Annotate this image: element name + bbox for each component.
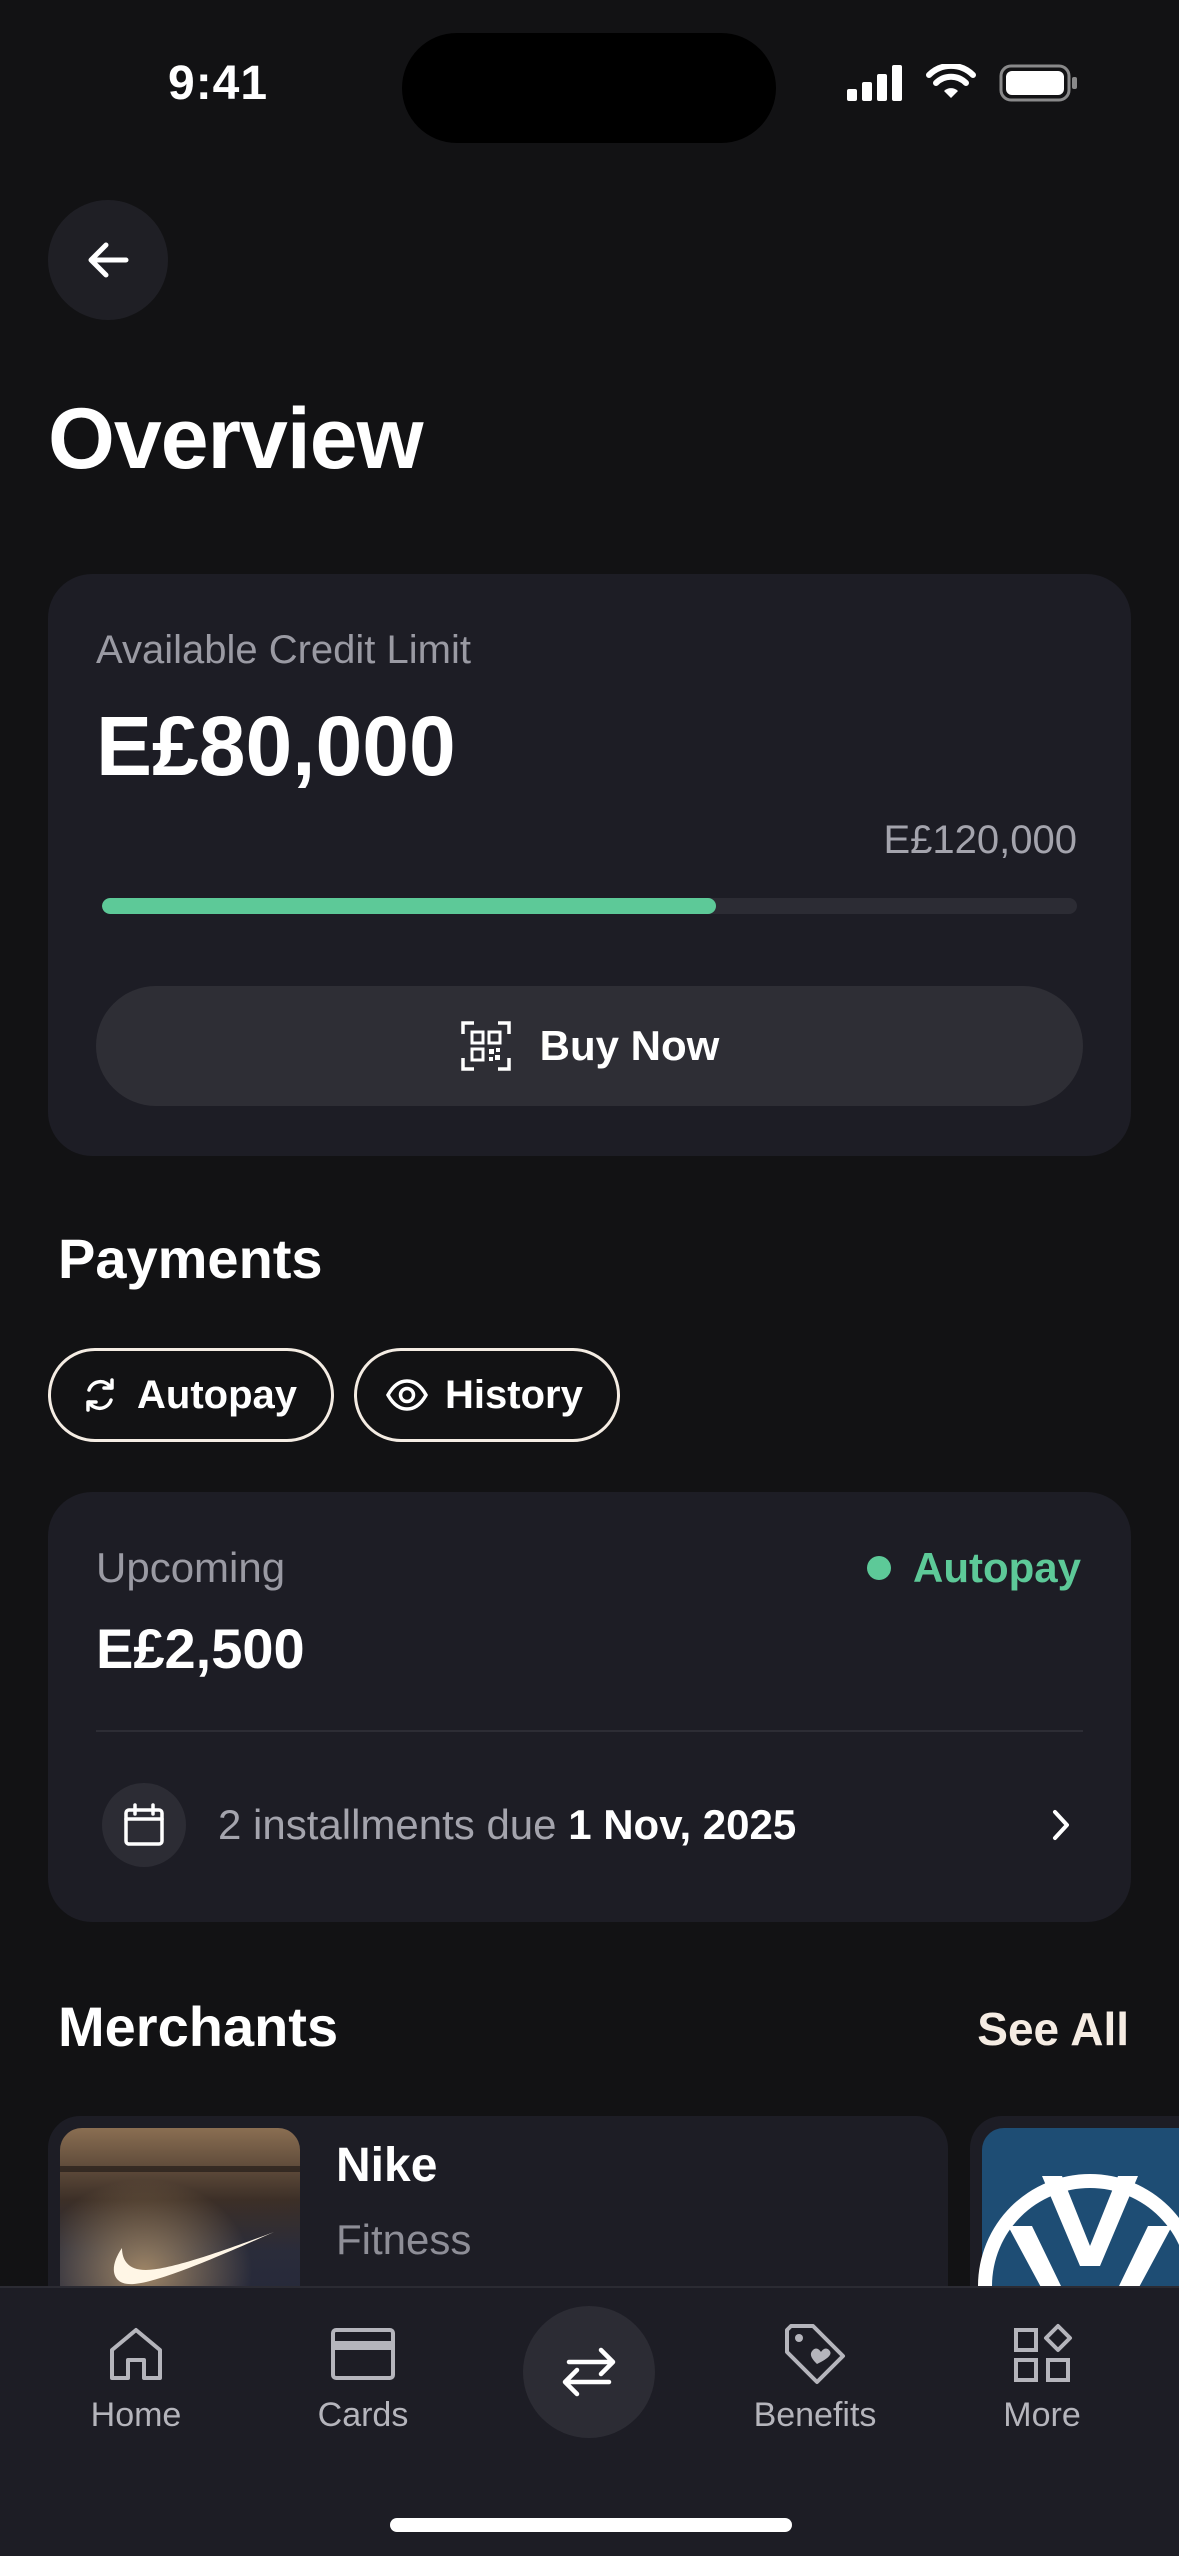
installments-count-text: 2 installments due: [218, 1801, 557, 1848]
battery-icon: [999, 64, 1077, 102]
merchant-name: Nike: [336, 2139, 438, 2192]
credit-progress-fill: [102, 898, 717, 914]
card-icon: [331, 2328, 395, 2380]
tab-benefits[interactable]: Benefits: [735, 2322, 895, 2435]
buy-now-button[interactable]: Buy Now: [96, 986, 1083, 1106]
chevron-right-icon: [1053, 1810, 1069, 1840]
dynamic-island: [402, 33, 776, 143]
credit-limit-label: Available Credit Limit: [96, 628, 471, 672]
tab-cards-label: Cards: [317, 2396, 409, 2434]
transfer-icon: [562, 2347, 616, 2397]
due-date: 1 Nov, 2025: [568, 1801, 797, 1848]
qr-scan-icon: [460, 1021, 511, 1071]
available-credit-amount: E£80,000: [96, 699, 456, 793]
upcoming-label: Upcoming: [96, 1544, 286, 1591]
status-bar: 9:41: [0, 0, 1179, 150]
installments-due-row[interactable]: 2 installments due 1 Nov, 2025: [102, 1782, 1082, 1868]
status-time: 9:41: [168, 57, 269, 110]
autopay-status-label: Autopay: [913, 1544, 1081, 1591]
tab-home-label: Home: [90, 2396, 182, 2434]
tab-more-label: More: [1003, 2396, 1081, 2434]
autopay-chip[interactable]: Autopay: [48, 1348, 334, 1442]
see-all-link[interactable]: See All: [977, 2002, 1129, 2056]
divider: [96, 1730, 1083, 1732]
merchant-category: Fitness: [336, 2216, 472, 2263]
back-button[interactable]: [48, 200, 168, 320]
page-title: Overview: [48, 391, 423, 487]
status-icons: [847, 64, 1079, 102]
autopay-chip-label: Autopay: [137, 1372, 297, 1417]
credit-progress-bar: [102, 898, 1077, 914]
upcoming-payment-card[interactable]: Upcoming Autopay E£2,500 2 installments …: [48, 1492, 1131, 1922]
eye-icon: [386, 1379, 428, 1411]
tab-benefits-label: Benefits: [753, 2396, 877, 2434]
merchants-title: Merchants: [58, 1995, 339, 2058]
buy-now-label: Buy Now: [539, 1022, 720, 1069]
tab-bar: Home Cards Benefits More: [0, 2286, 1179, 2556]
status-dot-icon: [867, 1556, 891, 1580]
tab-more[interactable]: More: [962, 2322, 1122, 2435]
wifi-icon: [926, 64, 976, 98]
installments-due-text: 2 installments due 1 Nov, 2025: [218, 1801, 796, 1849]
history-chip[interactable]: History: [354, 1348, 620, 1442]
signal-icon: [847, 65, 902, 101]
autopay-status-badge: Autopay: [867, 1544, 1081, 1592]
home-icon: [110, 2328, 162, 2380]
grid-icon: [1014, 2324, 1072, 2382]
calendar-icon: [102, 1783, 186, 1867]
payments-title: Payments: [58, 1227, 323, 1290]
tag-icon: [785, 2324, 845, 2384]
tab-cards[interactable]: Cards: [283, 2322, 443, 2435]
home-indicator: [390, 2518, 792, 2532]
tab-transfer[interactable]: [523, 2306, 655, 2438]
credit-limit-card: Available Credit Limit E£80,000 E£120,00…: [48, 574, 1131, 1156]
refresh-icon: [86, 1378, 114, 1412]
history-chip-label: History: [445, 1372, 583, 1417]
tab-home[interactable]: Home: [56, 2322, 216, 2435]
upcoming-amount: E£2,500: [96, 1617, 305, 1680]
total-credit-amount: E£120,000: [883, 818, 1077, 862]
arrow-left-icon: [88, 242, 129, 278]
